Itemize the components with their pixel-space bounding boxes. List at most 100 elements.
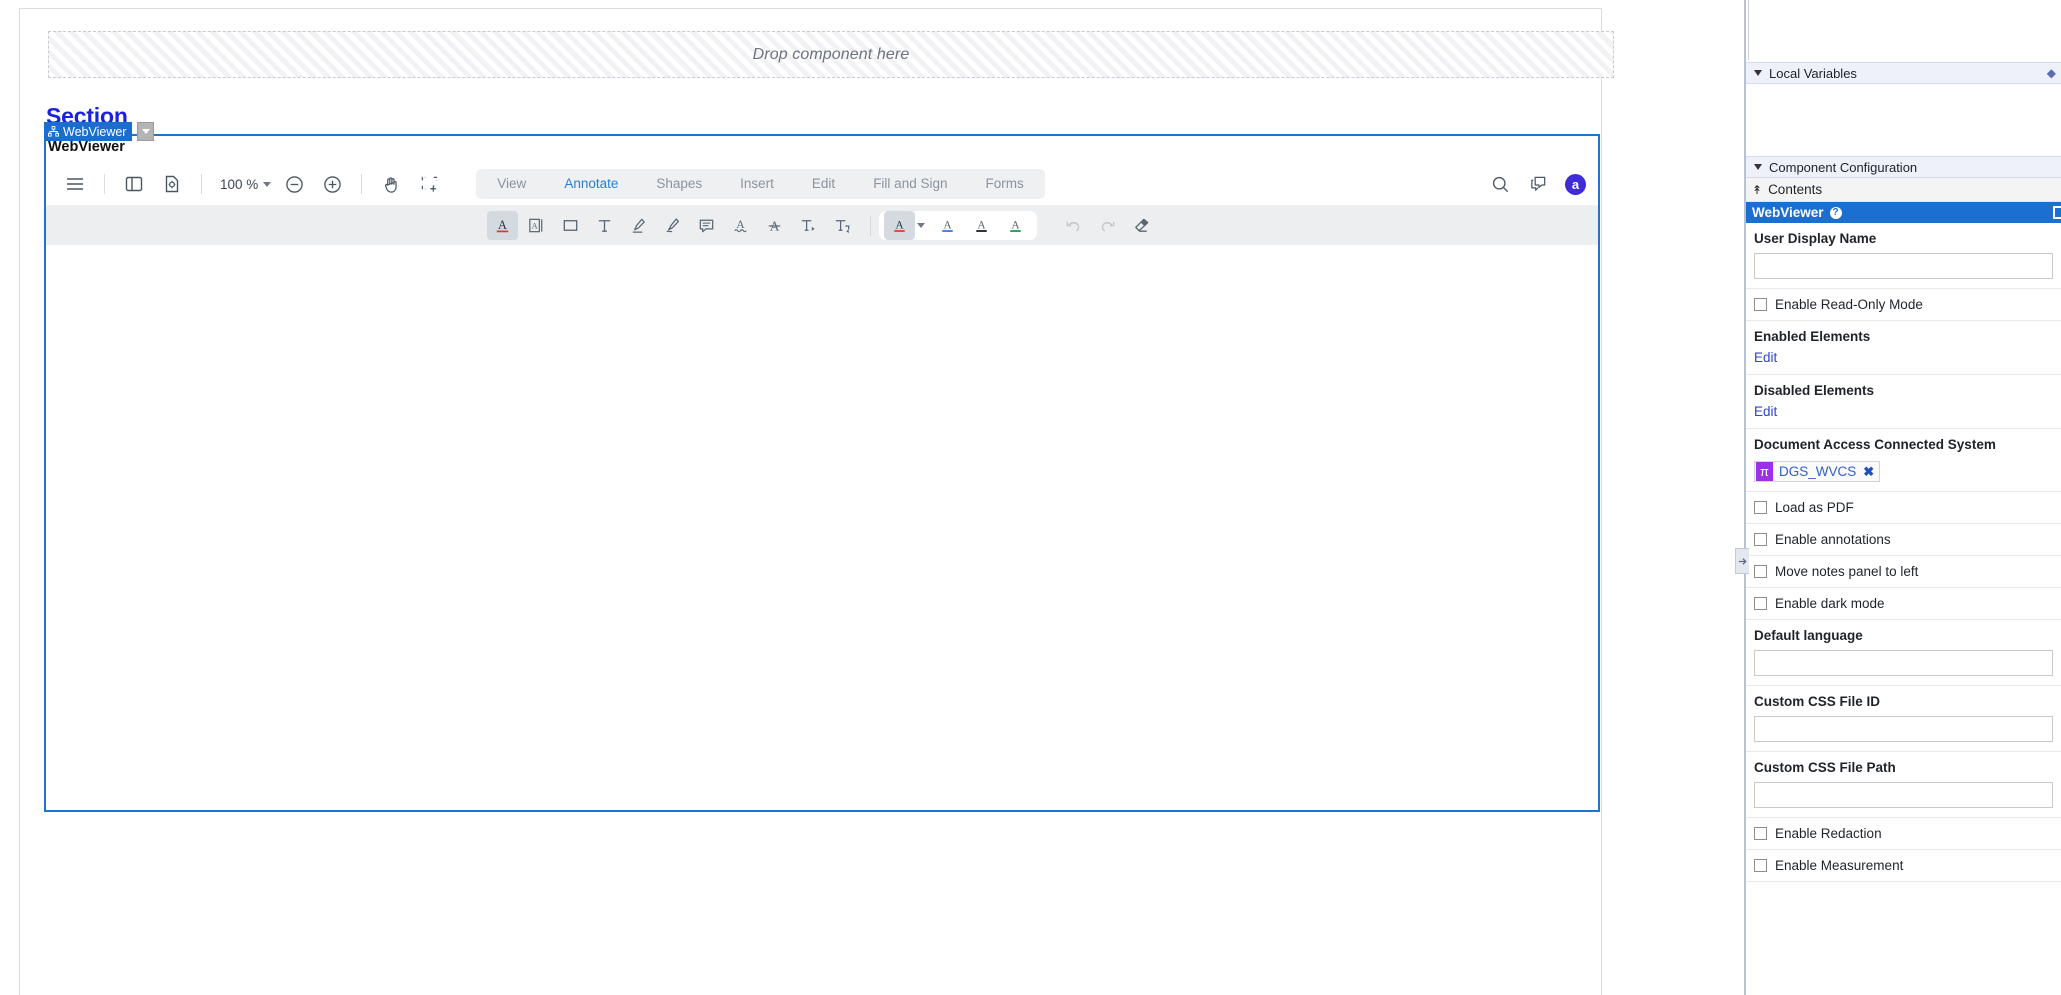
component-tag-webviewer[interactable]: WebViewer [44,122,132,141]
free-text-icon[interactable] [589,211,620,240]
checkbox-enable-measurement[interactable]: Enable Measurement [1746,850,2061,882]
tab-view[interactable]: View [478,169,545,199]
checkbox-enable-dark-mode[interactable]: Enable dark mode [1746,588,2061,620]
squiggly-text-icon[interactable]: A [725,211,756,240]
panel-edge-divider [1748,0,2061,60]
comment-panel-icon[interactable] [1521,168,1555,202]
tab-fill-and-sign[interactable]: Fill and Sign [854,169,966,199]
text-replace-icon[interactable] [827,211,858,240]
row-checkbox[interactable] [2053,206,2061,219]
checkbox-enable-read-only-mode[interactable]: Enable Read-Only Mode [1746,289,2061,321]
disabled-elements-edit-link[interactable]: Edit [1754,404,2053,419]
field-label: Document Access Connected System [1754,436,2053,453]
field-custom-css-file-id: Custom CSS File ID [1746,686,2061,752]
component-configuration-section-header[interactable]: Component Configuration [1746,156,2061,178]
field-label: Default language [1754,627,2053,644]
toolbar-divider [104,174,105,194]
field-document-access-connected-system: Document Access Connected System [1746,429,2061,457]
underline-style-blue-icon[interactable]: A [932,211,963,240]
panel-collapse-handle[interactable] [1735,548,1749,574]
field-custom-css-file-path: Custom CSS File Path [1746,752,2061,818]
connected-system-name[interactable]: DGS_WVCS [1779,464,1856,479]
svg-text:A: A [977,219,986,231]
pdf-toolbar-right: a [1481,163,1586,206]
local-variables-section-header[interactable]: Local Variables ◆ [1746,62,2061,84]
zoom-level-dropdown[interactable]: 100 % [212,173,275,196]
field-label: Disabled Elements [1754,382,2053,399]
enabled-elements-edit-link[interactable]: Edit [1754,350,2053,365]
text-insert-icon[interactable] [793,211,824,240]
checkbox-label: Enable Redaction [1775,826,1882,841]
pan-hand-icon[interactable] [374,167,408,201]
field-default-language: Default language [1746,620,2061,686]
marquee-select-icon[interactable] [412,167,446,201]
svg-text:A: A [1011,219,1020,231]
checkbox-label: Enable Read-Only Mode [1775,297,1923,312]
checkbox-move-notes-panel-to-left[interactable]: Move notes panel to left [1746,556,2061,588]
drop-zone[interactable]: Drop component here [48,31,1614,78]
tab-shapes[interactable]: Shapes [637,169,721,199]
underline-style-red-icon[interactable]: A [884,211,915,240]
chevron-down-icon[interactable] [917,223,925,228]
tab-annotate[interactable]: Annotate [545,169,637,199]
checkbox-enable-annotations[interactable]: Enable annotations [1746,524,2061,556]
contents-label: Contents [1768,182,1822,197]
underline-text-icon[interactable]: A [487,211,518,240]
pen-icon[interactable] [657,211,688,240]
style-presets: A A A [879,211,1037,240]
checkbox-box[interactable] [1754,533,1767,546]
checkbox-box[interactable] [1754,501,1767,514]
custom-css-file-path-input[interactable] [1754,782,2053,808]
tab-forms[interactable]: Forms [966,169,1042,199]
add-variable-icon[interactable]: ◆ [2047,66,2056,80]
search-icon[interactable] [1483,168,1517,202]
component-tag-label: WebViewer [63,125,126,139]
checkbox-box[interactable] [1754,859,1767,872]
rectangle-icon[interactable] [555,211,586,240]
designer-canvas: Drop component here Section WebViewer We… [0,0,1744,995]
checkbox-label: Enable annotations [1775,532,1891,547]
pdf-page-viewport[interactable] [46,245,1598,810]
avatar[interactable]: a [1565,174,1586,195]
contents-row[interactable]: ↟ Contents [1746,178,2061,202]
highlighter-icon[interactable] [623,211,654,240]
checkbox-enable-redaction[interactable]: Enable Redaction [1746,818,2061,850]
field-user-display-name: User Display Name [1746,223,2061,289]
zoom-level-value: 100 % [220,177,258,192]
checkbox-box[interactable] [1754,597,1767,610]
hamburger-menu-icon[interactable] [58,167,92,201]
checkbox-label: Enable dark mode [1775,596,1885,611]
sticky-note-icon[interactable] [691,211,722,240]
close-icon[interactable]: ✖ [1863,464,1874,480]
underline-style-black-icon[interactable]: A [966,211,997,240]
redo-icon[interactable] [1092,211,1123,240]
tab-insert[interactable]: Insert [721,169,793,199]
component-tag-dropdown[interactable] [137,122,154,141]
chevron-down-icon [142,129,150,134]
eraser-icon[interactable] [1126,211,1157,240]
checkbox-box[interactable] [1754,565,1767,578]
webviewer-component[interactable]: WebViewer [44,134,1600,812]
page-settings-icon[interactable] [155,167,189,201]
tab-edit[interactable]: Edit [793,169,854,199]
help-icon[interactable]: ? [1830,207,1842,219]
selected-component-row[interactable]: WebViewer ? [1746,202,2061,223]
checkbox-label: Enable Measurement [1775,858,1903,873]
custom-css-file-id-input[interactable] [1754,716,2053,742]
user-display-name-input[interactable] [1754,253,2053,279]
checkbox-load-as-pdf[interactable]: Load as PDF [1746,492,2061,524]
webviewer-component-label: WebViewer [46,139,125,155]
connected-system-chip[interactable]: π DGS_WVCS ✖ [1754,461,1880,482]
zoom-out-icon[interactable] [277,167,311,201]
move-up-icon[interactable]: ↟ [1752,183,1762,197]
left-panel-icon[interactable] [117,167,151,201]
zoom-in-icon[interactable] [315,167,349,201]
undo-icon[interactable] [1058,211,1089,240]
strikeout-text-icon[interactable]: A [759,211,790,240]
underline-style-green-icon[interactable]: A [1000,211,1031,240]
field-label: Custom CSS File Path [1754,759,2053,776]
default-language-input[interactable] [1754,650,2053,676]
text-select-icon[interactable]: A [521,211,552,240]
checkbox-box[interactable] [1754,827,1767,840]
checkbox-box[interactable] [1754,298,1767,311]
